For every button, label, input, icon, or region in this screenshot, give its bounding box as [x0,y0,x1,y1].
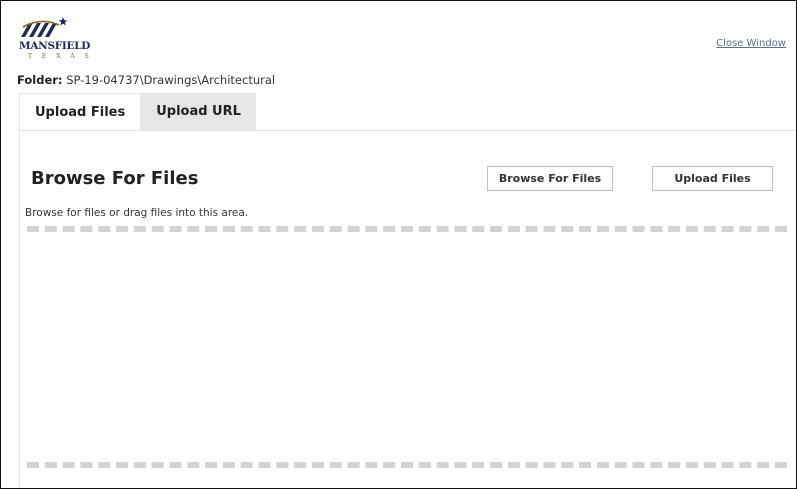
tab-upload-files[interactable]: Upload Files [19,93,142,131]
mansfield-logo-mark-icon [21,17,68,37]
logo-wordmark: MANSFIELD [19,40,91,52]
file-drop-zone[interactable] [27,226,787,468]
drop-hint: Browse for files or drag files into this… [25,207,249,219]
upload-files-button[interactable]: Upload Files [652,166,773,191]
close-window-link[interactable]: Close Window [716,38,786,49]
upload-tabs: Upload Files Upload URL [19,93,256,131]
folder-path: Folder: SP-19-04737\Drawings\Architectur… [17,73,275,87]
mansfield-logo: MANSFIELD T E X A S [19,15,99,65]
folder-path-value: SP-19-04737\Drawings\Architectural [62,73,276,87]
folder-label: Folder: [17,73,63,87]
logo-subtitle: T E X A S [28,53,93,60]
panel-title: Browse For Files [31,168,199,189]
browse-for-files-button[interactable]: Browse For Files [487,166,613,191]
upload-window: MANSFIELD T E X A S Close Window Folder:… [0,0,797,489]
upload-panel: Browse For Files Browse For Files Upload… [19,130,795,488]
tab-upload-url[interactable]: Upload URL [141,93,256,131]
